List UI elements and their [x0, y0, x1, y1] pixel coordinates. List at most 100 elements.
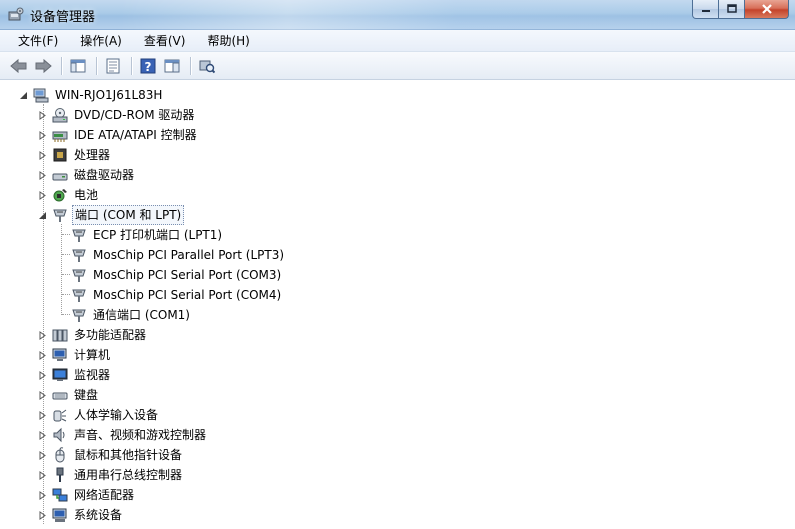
forward-button[interactable] [32, 55, 54, 77]
port-icon [71, 267, 87, 283]
expand-arrow-icon[interactable] [37, 470, 47, 480]
monitor-icon [52, 367, 68, 383]
tree-item-label: 磁盘驱动器 [74, 168, 135, 182]
tree-item-label: MosChip PCI Parallel Port (LPT3) [93, 248, 285, 262]
ide-controller-icon [52, 127, 68, 143]
tree-item-label: 通信端口 (COM1) [93, 308, 190, 322]
view-button[interactable] [161, 55, 183, 77]
expand-arrow-icon[interactable] [37, 190, 47, 200]
port-icon [52, 207, 68, 223]
forward-icon [35, 58, 52, 73]
expand-arrow-icon[interactable] [37, 490, 47, 500]
device-tree[interactable]: WIN-RJO1J61L83H DVD/CD-ROM 驱动器 IDE ATA/A… [0, 81, 795, 529]
expand-arrow-icon[interactable] [37, 430, 47, 440]
tree-item[interactable]: 通用串行总线控制器 [37, 465, 184, 485]
title-bar[interactable]: 设备管理器 [0, 0, 795, 30]
tree-child-item[interactable]: MosChip PCI Serial Port (COM4) [71, 285, 283, 305]
tree-item[interactable]: 键盘 [37, 385, 100, 405]
tree-item[interactable]: IDE ATA/ATAPI 控制器 [37, 125, 199, 145]
menu-file[interactable]: 文件(F) [10, 32, 66, 49]
expand-arrow-icon[interactable] [37, 370, 47, 380]
tree-item[interactable]: 计算机 [37, 345, 112, 365]
tree-item[interactable]: 处理器 [37, 145, 112, 165]
close-icon [761, 4, 772, 14]
toolbar-separator [61, 56, 62, 75]
processor-icon [52, 147, 68, 163]
menu-help[interactable]: 帮助(H) [199, 32, 257, 49]
tree-item[interactable]: 磁盘驱动器 [37, 165, 136, 185]
tree-guide-line [62, 314, 70, 315]
tree-item[interactable]: DVD/CD-ROM 驱动器 [37, 105, 196, 125]
tree-child-item[interactable]: MosChip PCI Parallel Port (LPT3) [71, 245, 286, 265]
properties-icon [106, 58, 120, 73]
toolbar-separator [131, 56, 132, 75]
tree-item[interactable]: 声音、视频和游戏控制器 [37, 425, 208, 445]
usb-icon [52, 467, 68, 483]
collapse-arrow-icon[interactable] [37, 210, 47, 220]
tree-item-label: 通用串行总线控制器 [74, 468, 183, 482]
port-icon [71, 247, 87, 263]
minimize-icon [701, 10, 710, 12]
collapse-arrow-icon[interactable] [18, 90, 28, 100]
tree-item-label: 电池 [74, 188, 99, 202]
port-icon [71, 287, 87, 303]
disk-drive-icon [52, 167, 68, 183]
properties-button[interactable] [102, 55, 124, 77]
tree-item[interactable]: 网络适配器 [37, 485, 136, 505]
help-button[interactable]: ? [137, 55, 159, 77]
tree-item[interactable]: 系统设备 [37, 505, 124, 525]
tree-item-label: 网络适配器 [74, 488, 135, 502]
tree-item[interactable]: 多功能适配器 [37, 325, 148, 345]
expand-arrow-icon[interactable] [37, 510, 47, 520]
tree-item-label: 鼠标和其他指针设备 [74, 448, 183, 462]
expand-arrow-icon[interactable] [37, 170, 47, 180]
tree-child-item[interactable]: ECP 打印机端口 (LPT1) [71, 225, 224, 245]
tree-item-label: 处理器 [74, 148, 111, 162]
tree-item[interactable]: 鼠标和其他指针设备 [37, 445, 184, 465]
tree-item-label: 系统设备 [74, 508, 123, 522]
multifunction-adapter-icon [52, 327, 68, 343]
scan-hardware-icon [199, 60, 215, 73]
minimize-button[interactable] [692, 0, 719, 19]
help-icon: ? [140, 58, 156, 74]
maximize-icon [726, 4, 737, 13]
tree-guide-line [62, 234, 70, 235]
back-button[interactable] [8, 55, 30, 77]
expand-arrow-icon[interactable] [37, 330, 47, 340]
tree-item-label: 计算机 [74, 348, 111, 362]
expand-arrow-icon[interactable] [37, 130, 47, 140]
expand-arrow-icon[interactable] [37, 350, 47, 360]
computer-icon [33, 87, 49, 103]
tree-child-item[interactable]: MosChip PCI Serial Port (COM3) [71, 265, 283, 285]
tree-root[interactable]: WIN-RJO1J61L83H [18, 85, 164, 105]
close-button[interactable] [745, 0, 789, 19]
tree-item-label: ECP 打印机端口 (LPT1) [93, 228, 223, 242]
mouse-icon [52, 447, 68, 463]
expand-arrow-icon[interactable] [37, 110, 47, 120]
back-icon [10, 58, 27, 73]
expand-arrow-icon[interactable] [37, 450, 47, 460]
dvd-drive-icon [52, 107, 68, 123]
expand-arrow-icon[interactable] [37, 150, 47, 160]
menu-view[interactable]: 查看(V) [136, 32, 194, 49]
menu-action[interactable]: 操作(A) [72, 32, 130, 49]
expand-arrow-icon[interactable] [37, 410, 47, 420]
show-hide-console-tree-button[interactable] [67, 55, 89, 77]
tree-guide-line [62, 254, 70, 255]
tree-item-label: 多功能适配器 [74, 328, 147, 342]
tree-root-label: WIN-RJO1J61L83H [55, 88, 163, 102]
maximize-button[interactable] [719, 0, 745, 19]
scan-hardware-button[interactable] [196, 55, 218, 77]
toolbar-separator [190, 56, 191, 75]
tree-guide-line [62, 294, 70, 295]
tree-item-label: 人体学输入设备 [74, 408, 159, 422]
tree-item[interactable]: 电池 [37, 185, 100, 205]
computer-icon [52, 347, 68, 363]
expand-arrow-icon[interactable] [37, 390, 47, 400]
tree-item[interactable]: 端口 (COM 和 LPT) [37, 205, 185, 225]
tree-item[interactable]: 监视器 [37, 365, 112, 385]
tree-child-item[interactable]: 通信端口 (COM1) [71, 305, 192, 325]
tree-item-label: 键盘 [74, 388, 99, 402]
tree-item[interactable]: 人体学输入设备 [37, 405, 160, 425]
tree-item-label: MosChip PCI Serial Port (COM3) [93, 268, 282, 282]
